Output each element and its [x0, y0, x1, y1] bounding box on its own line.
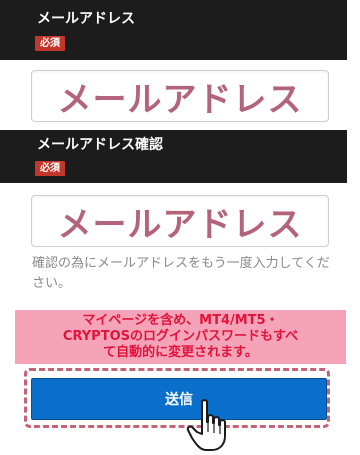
notice-line: CRYPTOSのログインパスワードもすべ: [62, 329, 299, 344]
email-confirm-helper-text: 確認の為にメールアドレスをもう一度入力してください。: [32, 256, 330, 291]
email-confirm-input[interactable]: メールアドレス: [31, 195, 329, 247]
submit-button[interactable]: 送信: [31, 378, 327, 420]
required-badge: 必須: [35, 36, 65, 51]
hand-pointer-icon: [186, 399, 226, 451]
email-section-header: メールアドレス 必須: [0, 0, 347, 60]
email-confirm-label: メールアドレス確認: [37, 137, 163, 153]
email-label: メールアドレス: [37, 11, 135, 27]
notice-line: マイページを含め、MT4/MT5・: [82, 313, 279, 328]
required-badge: 必須: [35, 161, 65, 176]
email-confirm-section-header: メールアドレス確認 必須: [0, 130, 347, 183]
notice-line: て自動的に変更されます。: [103, 345, 258, 360]
email-input[interactable]: メールアドレス: [31, 70, 329, 122]
password-change-notice: マイページを含め、MT4/MT5・ CRYPTOSのログインパスワードもすべ て…: [15, 310, 346, 364]
